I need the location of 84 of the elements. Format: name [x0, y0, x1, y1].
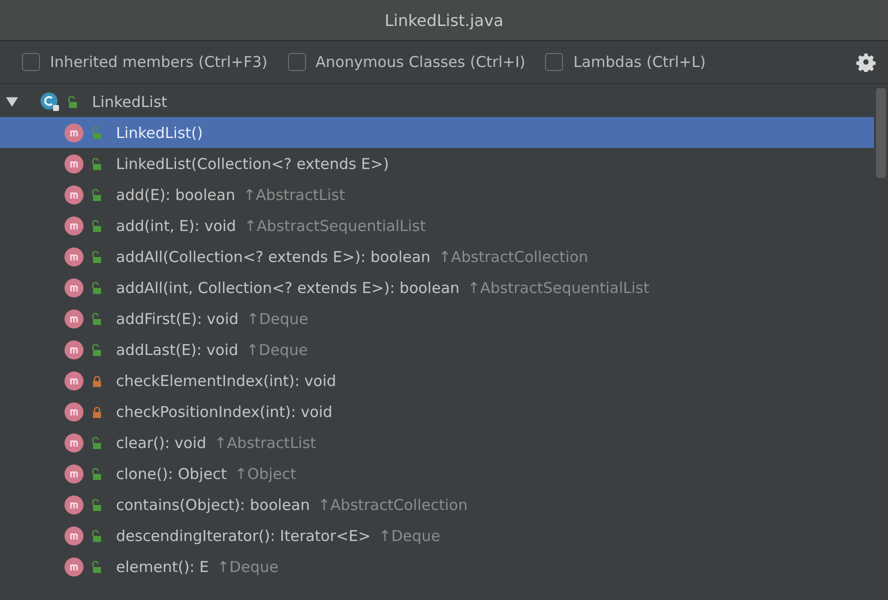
inherited-from-label: ↑Deque	[246, 340, 308, 358]
method-signature: addFirst(E): void	[116, 310, 239, 328]
method-row[interactable]: add(int, E): void ↑AbstractSequentialList	[0, 210, 874, 241]
method-icon	[64, 184, 84, 204]
method-row[interactable]: add(E): boolean ↑AbstractList	[0, 179, 874, 210]
method-icon	[64, 216, 84, 236]
method-signature: addAll(Collection<? extends E>): boolean	[116, 248, 430, 266]
method-icon	[64, 154, 84, 174]
checkbox[interactable]	[22, 53, 40, 71]
method-signature: checkPositionIndex(int): void	[116, 402, 332, 420]
lock-icon	[92, 406, 102, 418]
method-signature: addAll(int, Collection<? extends E>): boolean	[116, 278, 460, 296]
settings-icon[interactable]	[856, 52, 876, 72]
checkbox[interactable]	[288, 53, 306, 71]
scrollbar-thumb[interactable]	[876, 88, 886, 178]
lock-icon	[92, 344, 102, 356]
method-icon	[64, 402, 84, 422]
lock-icon	[92, 530, 102, 542]
lock-icon	[92, 282, 102, 294]
method-icon	[64, 526, 84, 546]
lock-icon	[92, 188, 102, 200]
method-row[interactable]: checkPositionIndex(int): void	[0, 396, 874, 427]
method-signature: addLast(E): void	[116, 340, 238, 358]
method-icon	[64, 464, 84, 484]
class-name[interactable]: LinkedList	[92, 92, 168, 110]
method-icon	[64, 432, 84, 452]
lock-icon	[92, 312, 102, 324]
method-signature: clone(): Object	[116, 464, 227, 482]
window-title: LinkedList.java	[384, 10, 504, 30]
method-row[interactable]: descendingIterator(): Iterator<E> ↑Deque	[0, 520, 874, 551]
lock-icon	[92, 468, 102, 480]
method-signature: contains(Object): boolean	[116, 496, 310, 514]
checkbox-label: Inherited members (Ctrl+F3)	[50, 53, 268, 71]
method-icon	[64, 122, 84, 142]
lock-icon	[92, 436, 102, 448]
method-signature: element(): E	[116, 558, 209, 576]
method-row[interactable]: element(): E ↑Deque	[0, 551, 874, 582]
method-row[interactable]: addLast(E): void ↑Deque	[0, 334, 874, 365]
inherited-from-label: ↑AbstractSequentialList	[468, 278, 650, 296]
method-signature: LinkedList()	[116, 124, 203, 142]
method-icon	[64, 494, 84, 514]
method-row[interactable]: LinkedList()	[0, 117, 874, 148]
lock-icon	[92, 250, 102, 262]
method-row[interactable]: clear(): void ↑AbstractList	[0, 427, 874, 458]
checkbox-label: Anonymous Classes (Ctrl+I)	[316, 53, 526, 71]
inherited-from-label: ↑Deque	[246, 310, 308, 328]
method-signature: LinkedList(Collection<? extends E>)	[116, 154, 389, 172]
lock-icon	[92, 158, 102, 170]
lock-icon	[92, 560, 102, 572]
method-signature: clear(): void	[116, 434, 206, 452]
method-icon	[64, 278, 84, 298]
lock-icon	[68, 96, 78, 108]
method-icon	[64, 556, 84, 576]
method-row[interactable]: addAll(Collection<? extends E>): boolean ↑AbstractCollection	[0, 241, 874, 272]
method-icon	[64, 308, 84, 328]
checkbox-label: Lambdas (Ctrl+L)	[573, 53, 706, 71]
expand-triangle-icon[interactable]	[6, 96, 18, 108]
method-icon	[64, 370, 84, 390]
inherited-from-label: ↑AbstractList	[243, 186, 345, 204]
method-icon	[64, 246, 84, 266]
inherited-from-label: ↑AbstractSequentialList	[244, 216, 426, 234]
checkbox[interactable]	[545, 53, 564, 71]
class-icon	[40, 92, 60, 112]
method-row[interactable]: LinkedList(Collection<? extends E>)	[0, 148, 874, 179]
inherited-from-label: ↑AbstractList	[214, 434, 316, 452]
method-icon	[64, 340, 84, 360]
lock-icon	[92, 498, 102, 510]
lock-icon	[92, 220, 102, 232]
lock-icon	[92, 374, 102, 386]
inherited-from-label: ↑Deque	[216, 558, 278, 576]
inherited-from-label: ↑Object	[234, 464, 296, 482]
method-row[interactable]: clone(): Object ↑Object	[0, 458, 874, 489]
method-row[interactable]: addAll(int, Collection<? extends E>): boolean ↑AbstractSequentialList	[0, 272, 874, 303]
method-signature: add(int, E): void	[116, 216, 236, 234]
method-signature: add(E): boolean	[116, 186, 236, 204]
inherited-from-label: ↑AbstractCollection	[318, 496, 468, 514]
method-signature: descendingIterator(): Iterator<E>	[116, 526, 371, 544]
method-row[interactable]: addFirst(E): void ↑Deque	[0, 303, 874, 334]
inherited-from-label: ↑AbstractCollection	[438, 248, 588, 266]
lock-icon	[92, 126, 102, 138]
method-row[interactable]: contains(Object): boolean ↑AbstractCollection	[0, 489, 874, 520]
inherited-from-label: ↑Deque	[378, 526, 440, 544]
method-row[interactable]: checkElementIndex(int): void	[0, 365, 874, 396]
method-signature: checkElementIndex(int): void	[116, 372, 336, 390]
